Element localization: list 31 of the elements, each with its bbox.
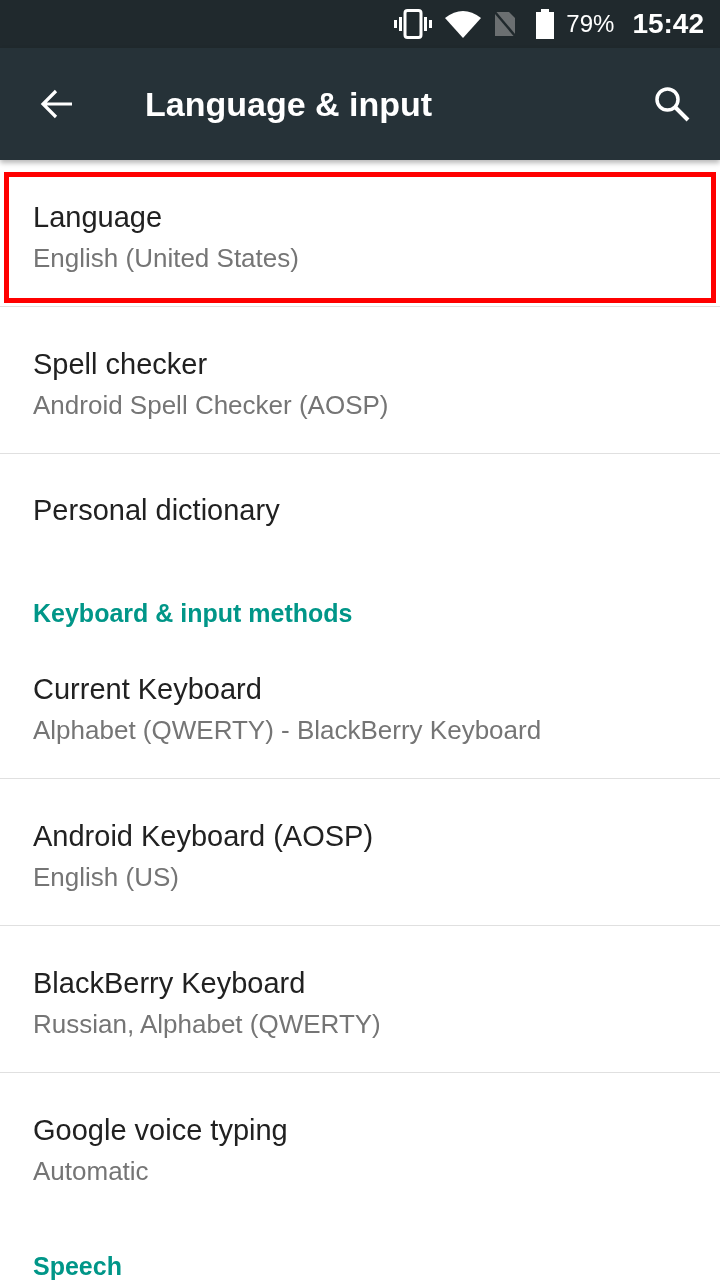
setting-title: Current Keyboard (33, 672, 262, 707)
wifi-icon (445, 10, 482, 38)
back-arrow-icon[interactable] (40, 89, 74, 119)
setting-title: Personal dictionary (33, 493, 280, 528)
setting-title: Android Keyboard (AOSP) (33, 819, 374, 854)
settings-item[interactable]: BlackBerry Keyboard Russian, Alphabet (QWERTY) (4, 938, 716, 1069)
battery-percentage: 79% (566, 9, 615, 39)
setting-title: BlackBerry Keyboard (33, 966, 306, 1001)
setting-summary: Android Spell Checker (AOSP) (33, 389, 389, 422)
setting-title: Language (33, 200, 163, 235)
settings-item[interactable]: Spell checker Android Spell Checker (AOSP) (4, 319, 716, 450)
clock-time: 15:42 (632, 8, 704, 40)
setting-summary: Russian, Alphabet (QWERTY) (33, 1008, 381, 1041)
category-header: Keyboard & input methods (33, 598, 353, 628)
search-icon[interactable] (654, 86, 690, 122)
setting-summary: English (US) (33, 861, 179, 894)
battery-icon (536, 9, 555, 39)
setting-summary: Automatic (33, 1155, 149, 1188)
setting-summary: Alphabet (QWERTY) - BlackBerry Keyboard (33, 714, 542, 747)
vibrate-icon (394, 9, 433, 39)
settings-item[interactable]: Android Keyboard (AOSP) English (US) (4, 791, 716, 922)
setting-title: Spell checker (33, 347, 208, 382)
settings-item[interactable]: Language English (United States) (4, 172, 716, 303)
setting-title: Google voice typing (33, 1113, 288, 1148)
no-sim-icon (493, 10, 518, 38)
screen-title: Language & input (145, 84, 434, 124)
setting-summary: English (United States) (33, 242, 299, 275)
category-header: Speech (33, 1251, 122, 1280)
settings-item[interactable]: Current Keyboard Alphabet (QWERTY) - BlackBerry Keyboard (4, 644, 716, 775)
settings-item[interactable]: Google voice typing Automatic (4, 1085, 716, 1216)
settings-item[interactable]: Personal dictionary (4, 466, 716, 563)
